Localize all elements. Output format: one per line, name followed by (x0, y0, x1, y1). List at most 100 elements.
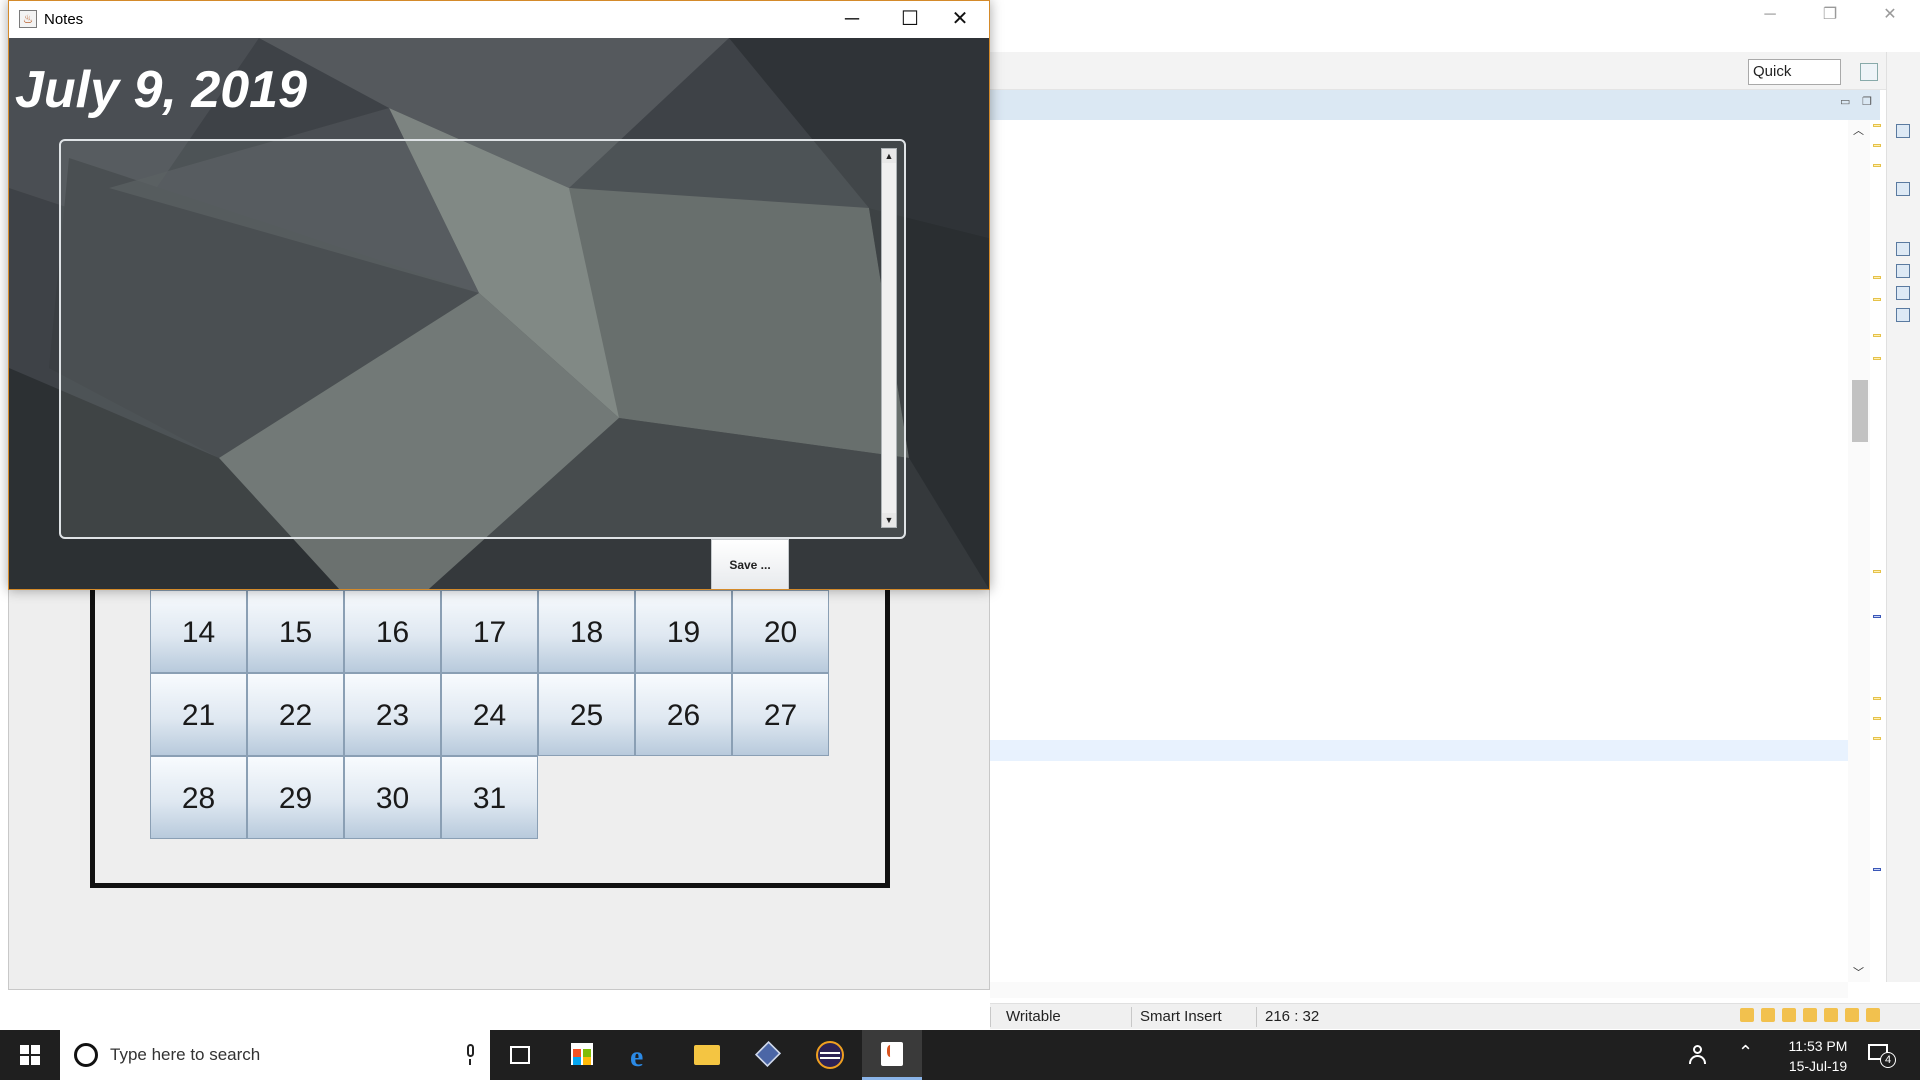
cortana-icon (74, 1043, 98, 1067)
taskbar-search-box[interactable]: Type here to search (60, 1030, 490, 1080)
day-button-30[interactable]: 30 (344, 756, 441, 839)
build-icon[interactable] (1782, 1008, 1796, 1022)
search-marker[interactable] (1873, 615, 1881, 618)
save-button[interactable]: Save ... (711, 539, 789, 589)
day-button-23[interactable]: 23 (344, 673, 441, 756)
start-button[interactable] (0, 1030, 60, 1080)
taskbar-app-file-explorer[interactable] (676, 1030, 736, 1080)
annotation-marker[interactable] (1873, 276, 1881, 279)
taskbar-app-virtualbox[interactable] (738, 1030, 798, 1080)
people-icon[interactable] (1688, 1045, 1708, 1065)
feed-icon[interactable] (1845, 1008, 1859, 1022)
day-button-24[interactable]: 24 (441, 673, 538, 756)
overview-ruler (1870, 120, 1884, 982)
annotation-marker[interactable] (1873, 737, 1881, 740)
scroll-up-icon[interactable]: ︿ (1853, 122, 1864, 138)
taskbar-app-edge[interactable]: e (614, 1030, 674, 1080)
tip-icon[interactable] (1866, 1008, 1880, 1022)
eclipse-icon (816, 1041, 844, 1069)
microphone-icon[interactable] (464, 1044, 476, 1066)
calendar-window: 14 15 16 17 18 19 20 21 22 23 24 25 26 2… (8, 560, 990, 990)
taskbar-app-store[interactable] (552, 1030, 612, 1080)
taskbar-app-eclipse[interactable] (800, 1030, 860, 1080)
note-text-area[interactable] (59, 139, 906, 539)
code-editor[interactable] (990, 120, 1848, 982)
taskbar-app-java[interactable] (862, 1030, 922, 1080)
ide-window-controls: ─ ❐ ✕ (1720, 0, 1920, 30)
action-center-icon[interactable]: 4 (1868, 1042, 1896, 1068)
editor-vertical-scrollbar[interactable]: ︿ ﹀ (1848, 120, 1870, 982)
close-icon[interactable]: ✕ (931, 1, 989, 38)
status-writable: Writable (1006, 1008, 1061, 1025)
hierarchy-view-icon[interactable] (1896, 182, 1910, 196)
minimize-view-icon[interactable]: ▭ (1840, 95, 1850, 108)
maximize-view-icon[interactable]: ❐ (1862, 95, 1872, 108)
scroll-down-icon[interactable]: ﹀ (1853, 964, 1864, 980)
edge-icon: e (630, 1040, 644, 1073)
day-button-19[interactable]: 19 (635, 590, 732, 673)
outline-view-icon[interactable] (1896, 124, 1910, 138)
annotation-marker[interactable] (1873, 697, 1881, 700)
annotation-marker[interactable] (1873, 144, 1881, 147)
console-view-icon[interactable] (1896, 308, 1910, 322)
scroll-down-arrow-icon[interactable]: ▼ (882, 513, 896, 527)
status-cursor-position: 216 : 32 (1265, 1008, 1320, 1025)
notes-background: July 9, 2019 ▲ ▼ Save ... (9, 38, 989, 589)
ide-restore-icon[interactable]: ❐ (1800, 0, 1860, 30)
tasks-icon[interactable] (1740, 1008, 1754, 1022)
quick-access-field[interactable]: Quick Access (1748, 59, 1841, 104)
clock-time: 11:53 PM (1788, 1038, 1848, 1054)
day-button-21[interactable]: 21 (150, 673, 247, 756)
clock-date: 15-Jul-19 (1788, 1058, 1848, 1074)
virtualbox-icon (754, 1040, 782, 1068)
open-perspective-icon[interactable] (1860, 63, 1878, 81)
notes-window: ♨ Notes ─ ☐ ✕ July 9, 2019 ▲ ▼ Save ... (8, 0, 990, 590)
notes-titlebar[interactable]: ♨ Notes ─ ☐ ✕ (9, 1, 989, 38)
show-hidden-icons-chevron-icon[interactable]: ⌃ (1738, 1042, 1753, 1063)
annotation-marker[interactable] (1873, 357, 1881, 360)
java-app-icon: ♨ (19, 10, 37, 28)
task-view-button[interactable] (490, 1030, 550, 1080)
day-button-22[interactable]: 22 (247, 673, 344, 756)
declaration-view-icon[interactable] (1896, 286, 1910, 300)
day-button-27[interactable]: 27 (732, 673, 829, 756)
minimize-icon[interactable]: ─ (823, 1, 881, 38)
annotation-marker[interactable] (1873, 570, 1881, 573)
day-button-31[interactable]: 31 (441, 756, 538, 839)
annotation-marker[interactable] (1873, 124, 1881, 127)
selected-date-heading: July 9, 2019 (15, 61, 307, 119)
day-button-29[interactable]: 29 (247, 756, 344, 839)
bookmarks-icon[interactable] (1761, 1008, 1775, 1022)
scrollbar-thumb[interactable] (1852, 380, 1868, 442)
day-button-16[interactable]: 16 (344, 590, 441, 673)
ide-minimize-icon[interactable]: ─ (1740, 0, 1800, 30)
day-button-26[interactable]: 26 (635, 673, 732, 756)
day-button-17[interactable]: 17 (441, 590, 538, 673)
day-button-18[interactable]: 18 (538, 590, 635, 673)
annotation-marker[interactable] (1873, 717, 1881, 720)
taskbar-clock[interactable]: 11:53 PM 15-Jul-19 (1776, 1036, 1860, 1076)
edit-icon[interactable] (1803, 1008, 1817, 1022)
javadoc-view-icon[interactable] (1896, 264, 1910, 278)
task-view-icon (510, 1046, 530, 1064)
progress-icon[interactable] (1824, 1008, 1838, 1022)
annotation-marker[interactable] (1873, 334, 1881, 337)
search-marker[interactable] (1873, 868, 1881, 871)
day-button-25[interactable]: 25 (538, 673, 635, 756)
annotation-marker[interactable] (1873, 164, 1881, 167)
day-button-15[interactable]: 15 (247, 590, 344, 673)
folder-icon (694, 1045, 720, 1065)
note-scrollbar[interactable]: ▲ ▼ (881, 148, 897, 528)
taskbar: Type here to search e ⌃ 11:53 PM 15-Jul-… (0, 1030, 1920, 1080)
day-button-28[interactable]: 28 (150, 756, 247, 839)
annotation-marker[interactable] (1873, 298, 1881, 301)
java-icon (881, 1042, 903, 1066)
notification-count-badge: 4 (1880, 1052, 1896, 1068)
day-button-14[interactable]: 14 (150, 590, 247, 673)
editor-horizontal-scrollbar[interactable] (990, 982, 1848, 998)
day-button-20[interactable]: 20 (732, 590, 829, 673)
scroll-up-arrow-icon[interactable]: ▲ (882, 149, 896, 163)
search-placeholder: Type here to search (110, 1045, 261, 1064)
problems-view-icon[interactable] (1896, 242, 1910, 256)
ide-close-icon[interactable]: ✕ (1860, 0, 1920, 30)
